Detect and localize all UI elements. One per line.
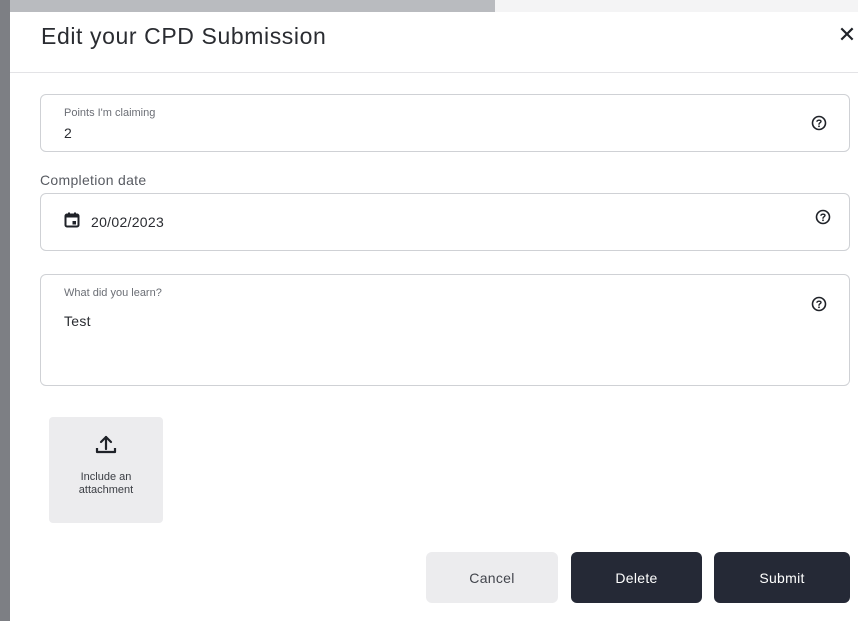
completion-date-label: Completion date xyxy=(40,172,147,188)
help-circle-icon[interactable] xyxy=(814,208,832,226)
learned-field[interactable]: What did you learn? Test xyxy=(40,274,850,386)
upload-icon xyxy=(95,435,117,454)
attachment-label: Include an attachment xyxy=(78,471,134,496)
backdrop-strip-light xyxy=(495,0,858,12)
attachment-button[interactable]: Include an attachment xyxy=(49,417,163,523)
points-value: 2 xyxy=(64,125,73,141)
completion-date-field[interactable]: 20/02/2023 xyxy=(40,193,850,251)
edit-cpd-modal: Edit your CPD Submission ✕ Points I'm cl… xyxy=(10,12,858,621)
cancel-button[interactable]: Cancel xyxy=(426,552,558,603)
points-field[interactable]: Points I'm claiming 2 xyxy=(40,94,850,152)
calendar-icon xyxy=(64,212,80,228)
close-icon[interactable]: ✕ xyxy=(836,24,858,46)
delete-button[interactable]: Delete xyxy=(571,552,702,603)
submit-button[interactable]: Submit xyxy=(714,552,850,603)
modal-title: Edit your CPD Submission xyxy=(41,23,327,49)
learned-value: Test xyxy=(64,313,91,329)
help-circle-icon[interactable] xyxy=(810,114,828,132)
learned-label: What did you learn? xyxy=(64,287,162,299)
help-circle-icon[interactable] xyxy=(810,295,828,313)
points-label: Points I'm claiming xyxy=(64,107,156,119)
modal-header: Edit your CPD Submission ✕ xyxy=(10,12,858,73)
completion-date-value: 20/02/2023 xyxy=(91,214,165,230)
